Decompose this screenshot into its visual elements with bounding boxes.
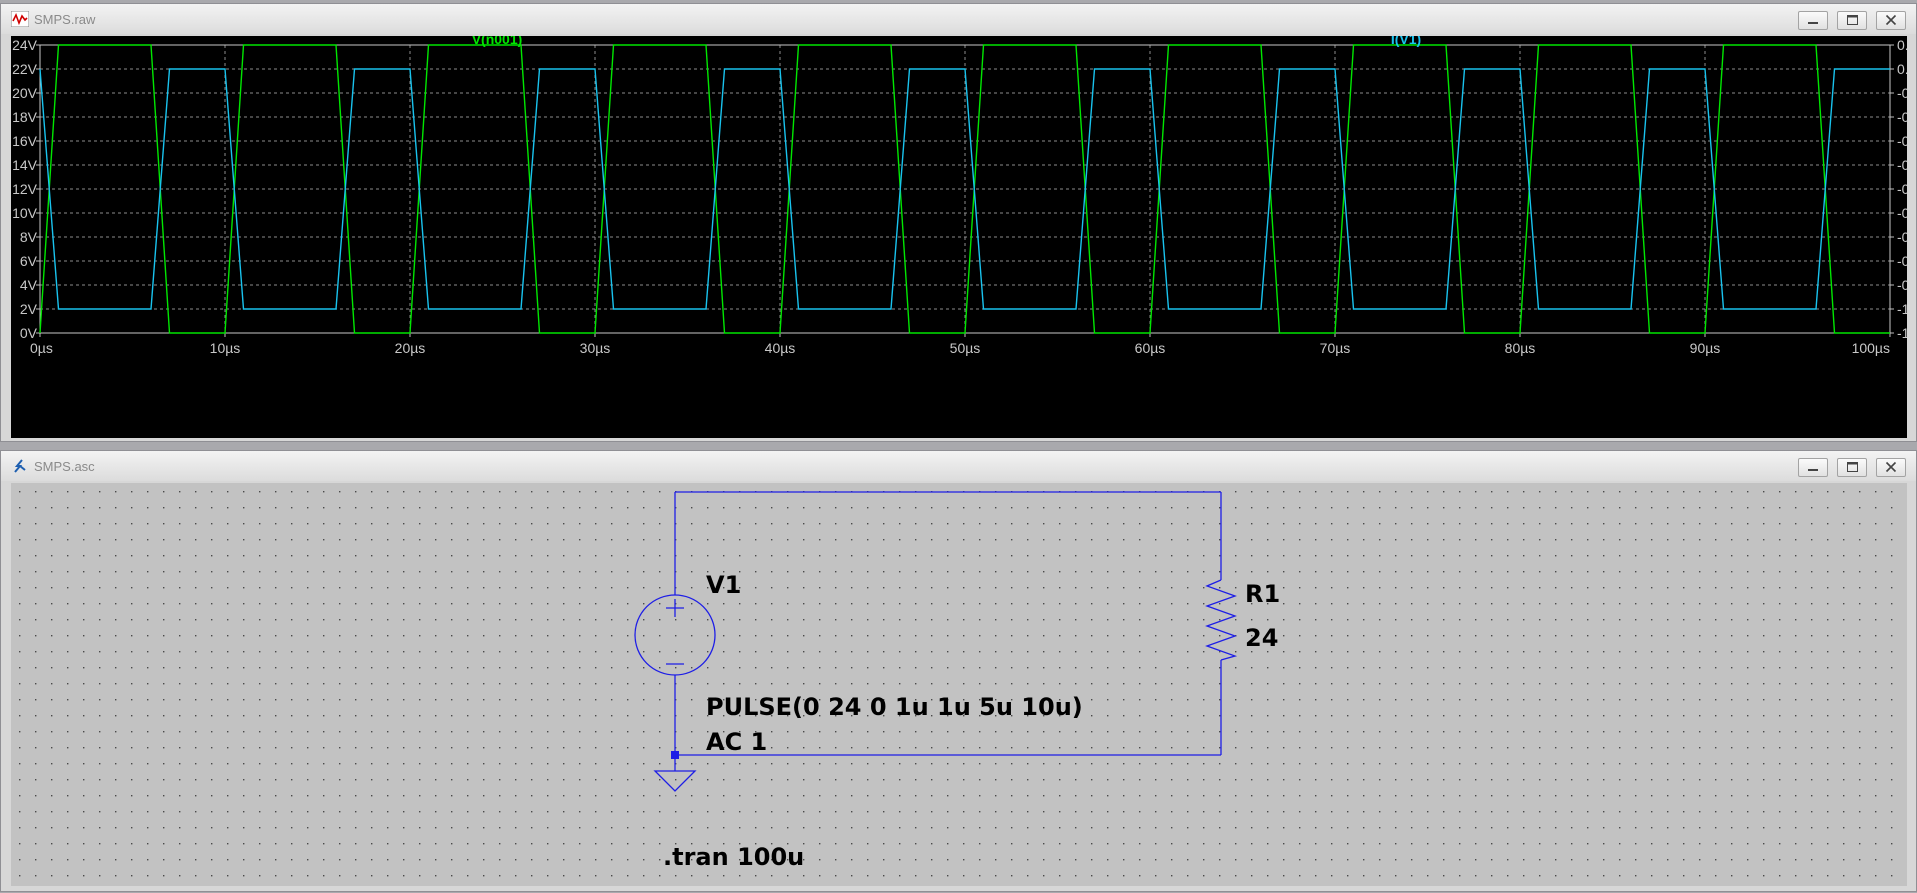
ground-node-dot (671, 751, 679, 759)
x-tick-label: 20µs (395, 340, 426, 356)
schematic-window-title: SMPS.asc (34, 459, 95, 474)
dot-grid (11, 483, 1907, 886)
y-left-tick-label: 0V (20, 325, 38, 341)
waveform-app-icon (11, 11, 29, 27)
waveform-window: SMPS.raw 0µs 10µs 20µs 30µs 40µs 50µs 60µs 70µs… (0, 3, 1917, 442)
schematic-app-icon (14, 459, 26, 473)
y-left-tick-label: 4V (20, 277, 38, 293)
y-left-tick-label: 12V (12, 181, 38, 197)
y-right-tick-label: -0.5A (1897, 181, 1907, 197)
y-right-tick-label: -0.4A (1897, 157, 1907, 173)
x-tick-label: 0µs (30, 340, 53, 356)
y-left-tick-label: 8V (20, 229, 38, 245)
close-button[interactable] (1876, 11, 1906, 30)
y-right-tick-label: -0.6A (1897, 205, 1907, 221)
y-left-tick-label: 16V (12, 133, 38, 149)
plot-pane[interactable]: 0µs 10µs 20µs 30µs 40µs 50µs 60µs 70µs 80µs 90µs 1… (11, 31, 1917, 438)
y-left-tick-label: 6V (20, 253, 38, 269)
waveform-plot[interactable]: 0µs 10µs 20µs 30µs 40µs 50µs 60µs 70µs 80µs 90µs 1… (11, 31, 1917, 438)
x-tick-label: 30µs (580, 340, 611, 356)
schematic-window: SMPS.asc V1 PULSE(0 24 0 1u 1u 5u 10u) A… (0, 450, 1917, 892)
minimize-icon (1808, 22, 1818, 24)
resistor-value-label[interactable]: 24 (1245, 624, 1278, 652)
spice-directive[interactable]: .tran 100u (663, 843, 804, 871)
x-tick-label: 40µs (765, 340, 796, 356)
x-tick-label: 10µs (210, 340, 241, 356)
source-value-label[interactable]: PULSE(0 24 0 1u 1u 5u 10u) (706, 693, 1083, 721)
schematic-titlebar[interactable]: SMPS.asc (1, 451, 1916, 481)
maximize-icon (1847, 15, 1858, 25)
y-left-tick-label: 10V (12, 205, 38, 221)
y-right-tick-label: -0.3A (1897, 133, 1907, 149)
y-left-tick-label: 22V (12, 61, 38, 77)
x-tick-label: 70µs (1320, 340, 1351, 356)
minimize-icon (1808, 469, 1818, 471)
source-name-label[interactable]: V1 (706, 571, 741, 599)
y-left-tick-label: 2V (20, 301, 38, 317)
close-button[interactable] (1876, 458, 1906, 477)
waveform-titlebar[interactable]: SMPS.raw (1, 4, 1916, 34)
y-right-tick-label: -1.1A (1897, 325, 1907, 341)
maximize-icon (1847, 462, 1858, 472)
trace-label[interactable]: V(n001) (472, 31, 523, 47)
resistor-name-label[interactable]: R1 (1245, 580, 1280, 608)
x-tick-label: 60µs (1135, 340, 1166, 356)
x-tick-label: 100µs (1852, 340, 1890, 356)
y-right-tick-label: -0.1A (1897, 85, 1907, 101)
x-tick-label: 80µs (1505, 340, 1536, 356)
minimize-button[interactable] (1798, 458, 1828, 477)
trace-label[interactable]: I(V1) (1391, 31, 1421, 47)
schematic-canvas[interactable]: V1 PULSE(0 24 0 1u 1u 5u 10u) AC 1 R1 24… (11, 483, 1907, 886)
y-left-tick-label: 20V (12, 85, 38, 101)
y-left-tick-label: 14V (12, 157, 38, 173)
maximize-button[interactable] (1837, 458, 1867, 477)
y-left-tick-label: 24V (12, 37, 38, 53)
waveform-window-title: SMPS.raw (34, 12, 96, 27)
schematic-drawing[interactable]: V1 PULSE(0 24 0 1u 1u 5u 10u) AC 1 R1 24… (11, 483, 1907, 886)
close-icon (1885, 461, 1897, 473)
y-right-tick-label: -0.8A (1897, 253, 1907, 269)
maximize-button[interactable] (1837, 11, 1867, 30)
y-right-tick-label: -0.9A (1897, 277, 1907, 293)
y-left-tick-label: 18V (12, 109, 38, 125)
y-right-tick-label: 0.1A (1897, 37, 1907, 53)
y-right-tick-label: -1.0A (1897, 301, 1907, 317)
x-tick-label: 90µs (1690, 340, 1721, 356)
x-tick-label: 50µs (950, 340, 981, 356)
minimize-button[interactable] (1798, 11, 1828, 30)
y-right-tick-label: -0.7A (1897, 229, 1907, 245)
y-right-tick-label: -0.2A (1897, 109, 1907, 125)
y-right-tick-label: 0.0A (1897, 61, 1907, 77)
source-ac-label[interactable]: AC 1 (706, 728, 767, 756)
close-icon (1885, 14, 1897, 26)
